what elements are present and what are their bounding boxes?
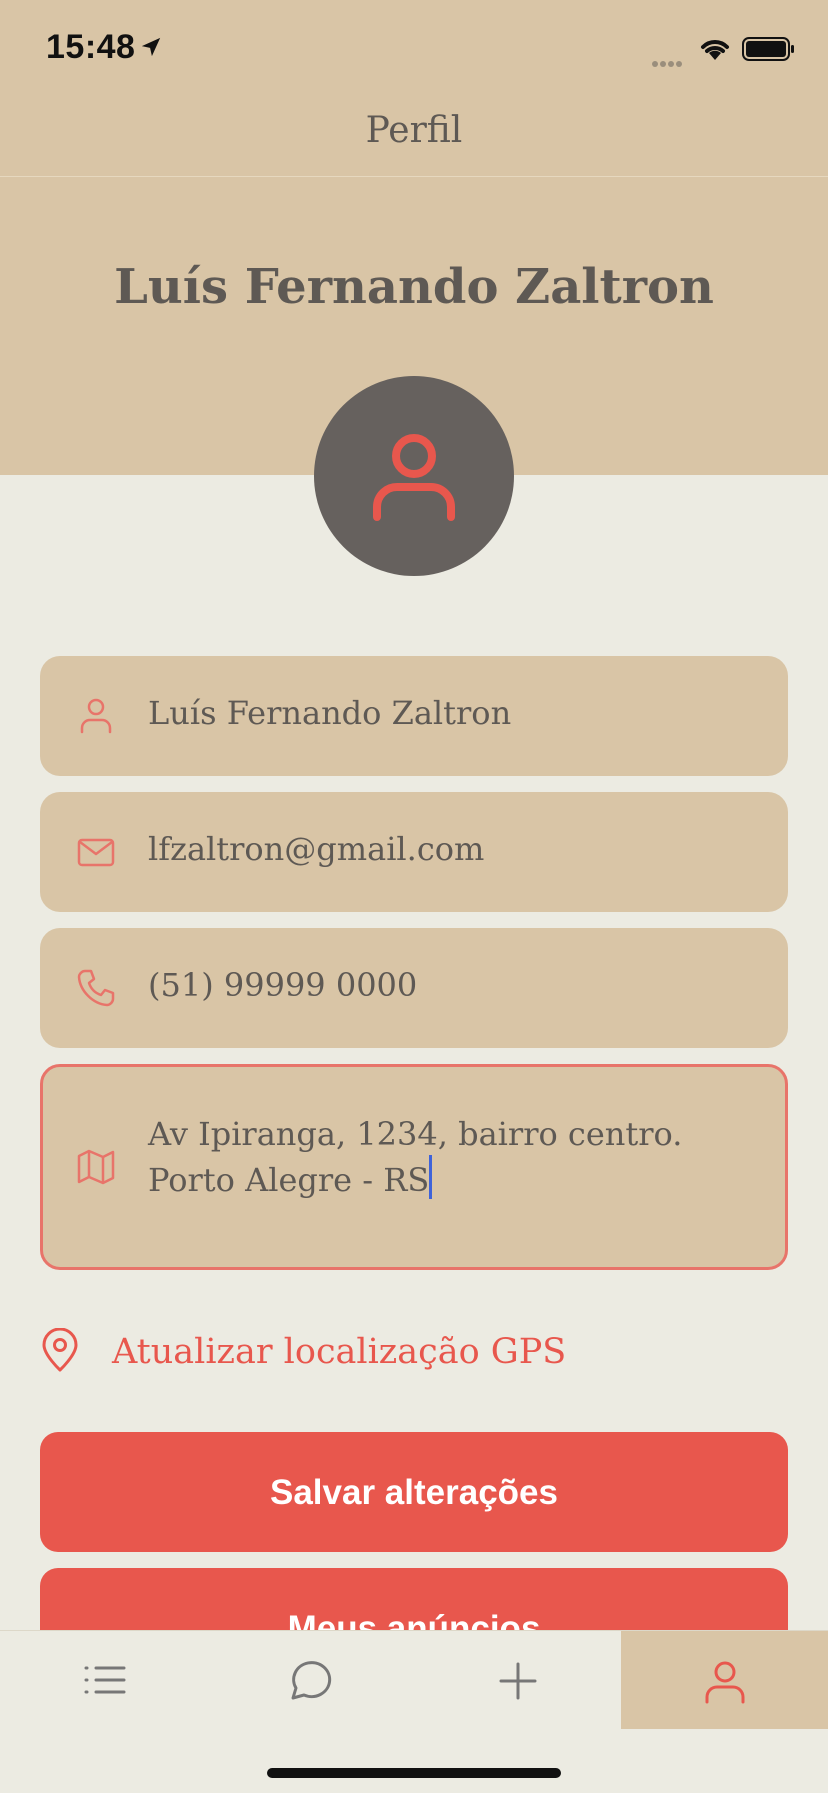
update-gps-link[interactable]: Atualizar localização GPS	[40, 1322, 600, 1382]
name-value: Luís Fernando Zaltron	[148, 694, 512, 732]
add-icon	[499, 1662, 537, 1700]
page-title: Perfil	[365, 110, 463, 151]
avatar[interactable]	[314, 376, 514, 576]
cellular-signal-icon	[652, 52, 684, 71]
chat-icon	[291, 1661, 332, 1700]
phone-field[interactable]: (51) 99999 0000	[40, 928, 788, 1048]
wifi-icon	[701, 40, 729, 60]
tab-add[interactable]	[414, 1631, 621, 1729]
user-icon	[80, 698, 112, 734]
user-icon	[705, 1661, 745, 1704]
user-icon	[373, 434, 455, 521]
address-field[interactable]: Av Ipiranga, 1234, bairro centro. Porto …	[40, 1064, 788, 1270]
profile-name-heading: Luís Fernando Zaltron	[114, 259, 714, 315]
email-field[interactable]: lfzaltron@gmail.com	[40, 792, 788, 912]
tab-chat[interactable]	[207, 1631, 414, 1729]
text-caret	[429, 1155, 433, 1199]
email-value: lfzaltron@gmail.com	[148, 830, 485, 868]
nav-bar: Perfil	[0, 100, 828, 177]
map-icon	[77, 1149, 115, 1185]
address-line-1: Av Ipiranga, 1234, bairro centro.	[148, 1115, 683, 1153]
phone-value: (51) 99999 0000	[148, 966, 418, 1004]
location-arrow-icon	[141, 37, 161, 57]
address-line-2: Porto Alegre - RS	[148, 1161, 430, 1199]
update-gps-label: Atualizar localização GPS	[112, 1332, 567, 1372]
list-icon	[84, 1666, 126, 1694]
status-bar: 15:48	[0, 0, 828, 100]
address-value: Av Ipiranga, 1234, bairro centro. Porto …	[148, 1113, 682, 1201]
name-field[interactable]: Luís Fernando Zaltron	[40, 656, 788, 776]
status-time: 15:48	[46, 28, 136, 66]
battery-icon	[742, 37, 794, 61]
mail-icon	[77, 838, 115, 867]
map-pin-icon	[42, 1328, 78, 1372]
phone-icon	[77, 969, 115, 1007]
save-changes-button[interactable]: Salvar alterações	[40, 1432, 788, 1552]
tab-list[interactable]	[0, 1631, 207, 1729]
home-indicator	[267, 1768, 561, 1778]
tab-profile[interactable]	[621, 1631, 828, 1729]
